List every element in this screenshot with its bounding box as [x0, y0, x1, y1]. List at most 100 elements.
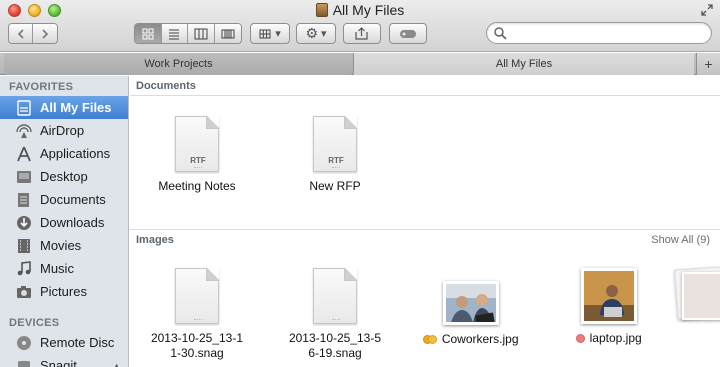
folder-proxy-icon[interactable]	[315, 3, 328, 17]
sidebar-item-desktop[interactable]: Desktop	[0, 165, 128, 188]
file-name-line: Coworkers.jpg	[441, 332, 519, 346]
sidebar-item-label: Desktop	[40, 169, 88, 184]
rtf-document-icon: RTF	[175, 116, 219, 172]
arrange-dropdown-arrow: ▾	[275, 28, 281, 40]
sidebar-item-label: Downloads	[40, 215, 105, 230]
file-name-line: 2013-10-25_13-1	[150, 331, 244, 345]
action-menu-button[interactable]: ⚙ ▾	[296, 23, 336, 44]
all-my-files-icon	[15, 99, 33, 117]
sidebar-item-music[interactable]: Music	[0, 257, 128, 280]
fullscreen-icon[interactable]	[701, 4, 713, 16]
movies-icon	[15, 237, 33, 255]
file-name-line: 1-30.snag	[170, 346, 224, 360]
rtf-document-icon: RTF	[313, 116, 357, 172]
remote-disc-icon	[15, 334, 33, 352]
music-icon	[15, 260, 33, 278]
sidebar-item-label: Applications	[40, 146, 111, 161]
back-arrow-icon	[17, 28, 24, 39]
downloads-icon	[15, 214, 33, 232]
share-icon	[355, 27, 368, 40]
sidebar-item-downloads[interactable]: Downloads	[0, 211, 128, 234]
sidebar-item-applications[interactable]: Applications	[0, 142, 128, 165]
file-name: 2013-10-25_13-1 1-30.snag	[142, 331, 252, 361]
eject-icon[interactable]: ▲	[112, 361, 121, 367]
sidebar-item-label: Remote Disc	[40, 335, 115, 350]
search-input[interactable]	[511, 25, 701, 41]
generic-document-icon	[175, 268, 219, 324]
tab-bar: Work Projects All My Files +	[0, 53, 720, 75]
file-item[interactable]: laptop.jpg	[554, 268, 664, 346]
sidebar-item-airdrop[interactable]: AirDrop	[0, 119, 128, 142]
file-name: laptop.jpg	[554, 331, 664, 346]
column-view-icon	[194, 28, 208, 39]
documents-icon	[15, 191, 33, 209]
sidebar-item-movies[interactable]: Movies	[0, 234, 128, 257]
icon-view-icon	[142, 28, 154, 39]
coworkers-photo-thumbnail	[443, 281, 499, 325]
file-name-line: 2013-10-25_13-5	[288, 331, 382, 345]
window-toolbar: All My Files ▾ ⚙ ▾	[0, 0, 720, 52]
window-title: All My Files	[0, 2, 720, 18]
sidebar-item-documents[interactable]: Documents	[0, 188, 128, 211]
file-name: Meeting Notes	[158, 179, 236, 193]
back-button[interactable]	[9, 24, 34, 43]
sidebar-item-label: Music	[40, 261, 74, 276]
sidebar-item-label: Movies	[40, 238, 82, 253]
view-mode-control	[134, 23, 242, 44]
file-item[interactable]: Coworkers.jpg	[416, 281, 526, 347]
tags-button[interactable]	[389, 23, 427, 44]
sidebar-item-snagit[interactable]: Snagit ▲	[0, 354, 128, 367]
arrange-grid-icon	[259, 29, 271, 38]
file-name-line: laptop.jpg	[589, 331, 642, 345]
forward-arrow-icon	[42, 28, 49, 39]
file-name: Coworkers.jpg	[416, 332, 526, 347]
tag-icon	[400, 29, 416, 38]
forward-button[interactable]	[33, 24, 57, 43]
laptop-photo-thumbnail	[581, 268, 637, 324]
sidebar-item-label: AirDrop	[40, 123, 85, 138]
sidebar: FAVORITES All My Files AirDrop Applicati…	[0, 76, 129, 367]
sidebar-item-all-my-files[interactable]: All My Files	[0, 96, 128, 119]
images-heading-label: Images	[136, 234, 174, 246]
file-item[interactable]: RTF New RFP	[280, 116, 390, 194]
search-icon	[494, 27, 507, 40]
airdrop-icon	[15, 122, 33, 140]
documents-section-heading: Documents	[130, 76, 720, 96]
share-button[interactable]	[343, 23, 381, 44]
tab-work-projects[interactable]: Work Projects	[4, 53, 354, 75]
new-tab-button[interactable]: +	[696, 53, 720, 75]
show-all-link[interactable]: Show All (9)	[651, 230, 710, 250]
cover-flow-icon	[221, 29, 235, 38]
gear-icon: ⚙	[305, 25, 319, 41]
documents-heading-label: Documents	[136, 80, 196, 92]
sidebar-item-label: Pictures	[40, 284, 87, 299]
column-view-button[interactable]	[188, 24, 215, 43]
file-item[interactable]: RTF Meeting Notes	[142, 116, 252, 194]
file-extension-label: RTF	[328, 156, 344, 165]
pictures-icon	[15, 283, 33, 301]
image-stack-preview[interactable]	[670, 264, 720, 324]
search-field[interactable]	[486, 22, 712, 44]
applications-icon	[15, 145, 33, 163]
back-forward-control	[8, 23, 58, 44]
list-view-icon	[169, 29, 180, 39]
sidebar-item-remote-disc[interactable]: Remote Disc	[0, 331, 128, 354]
disk-image-icon	[15, 357, 33, 367]
file-item[interactable]: 2013-10-25_13-1 1-30.snag	[142, 268, 252, 361]
sidebar-item-label: All My Files	[40, 100, 112, 115]
file-name: 2013-10-25_13-5 6-19.snag	[280, 331, 390, 361]
file-name: New RFP	[309, 179, 361, 193]
file-item[interactable]: 2013-10-25_13-5 6-19.snag	[280, 268, 390, 361]
tab-all-my-files[interactable]: All My Files	[354, 53, 694, 75]
list-view-button[interactable]	[161, 24, 188, 43]
sidebar-item-label: Documents	[40, 192, 106, 207]
icon-view-button[interactable]	[135, 24, 162, 43]
favorites-heading: FAVORITES	[9, 81, 74, 93]
file-name-line: 6-19.snag	[308, 346, 362, 360]
cover-flow-view-button[interactable]	[214, 24, 241, 43]
sidebar-item-pictures[interactable]: Pictures	[0, 280, 128, 303]
desktop-icon	[15, 168, 33, 186]
arrange-menu-button[interactable]: ▾	[250, 23, 290, 44]
generic-document-icon	[313, 268, 357, 324]
sidebar-item-label: Snagit	[40, 358, 77, 367]
